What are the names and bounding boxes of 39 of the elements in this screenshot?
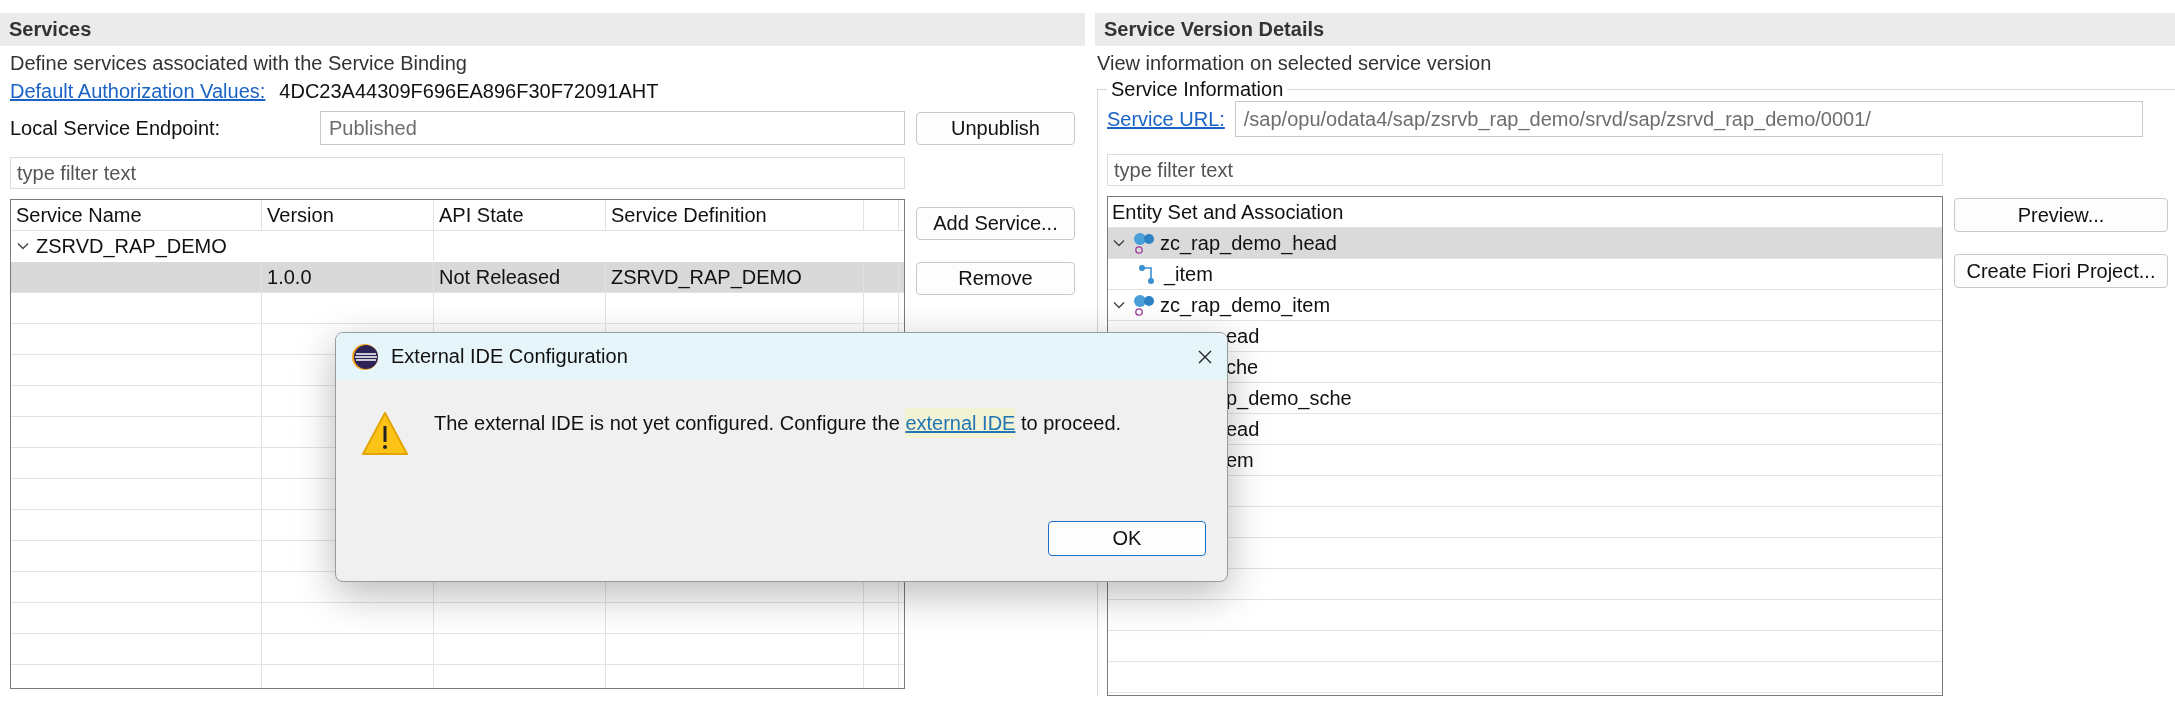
service-url-field[interactable]: /sap/opu/odata4/sap/zsrvb_rap_demo/srvd/sap/zsrvd_rap_demo/0001/: [1234, 101, 2143, 137]
filter-field[interactable]: type filter text: [10, 157, 905, 189]
authorization-link[interactable]: Default Authorization Values:: [10, 80, 266, 103]
service-url-link[interactable]: Service URL:: [1107, 107, 1225, 131]
table-row[interactable]: 1.0.0 Not Released ZSRVD_RAP_DEMO: [11, 262, 904, 293]
dialog-title: External IDE Configuration: [391, 345, 628, 368]
app-logo-icon: [351, 342, 379, 371]
column-header[interactable]: Service Definition: [606, 200, 864, 230]
entity-icon: [1132, 231, 1156, 255]
warning-icon: [360, 410, 410, 458]
section-description: Define services associated with the Service Binding: [10, 51, 468, 76]
table-cell: ZSRVD_RAP_DEMO: [36, 234, 227, 258]
filter-field[interactable]: type filter text: [1107, 154, 1943, 186]
column-header[interactable]: Service Name: [11, 200, 263, 230]
section-title: Services: [0, 13, 1085, 46]
section-description: View information on selected service version: [1097, 51, 1493, 76]
service-button[interactable]: Add Service...: [916, 207, 1075, 240]
details-button[interactable]: Preview...: [1954, 198, 2168, 232]
table-cell: ZSRVD_RAP_DEMO: [611, 265, 802, 289]
group-title: Service Information: [1110, 78, 1285, 101]
tree-item[interactable]: zc_rap_demo_head: [1108, 228, 1942, 259]
service-button[interactable]: Remove: [916, 262, 1075, 295]
external-ide-link[interactable]: external IDE: [905, 408, 1016, 438]
endpoint-label: Local Service Endpoint:: [10, 116, 222, 140]
column-header[interactable]: Version: [262, 200, 435, 230]
section-title: Service Version Details: [1095, 13, 2175, 46]
unpublish-button[interactable]: Unpublish: [916, 111, 1075, 145]
entity-icon: [1132, 293, 1156, 317]
column-header[interactable]: API State: [434, 200, 606, 230]
details-button[interactable]: Create Fiori Project...: [1954, 254, 2168, 288]
table-cell: 1.0.0: [267, 265, 312, 289]
tree-item[interactable]: _item: [1108, 259, 1942, 290]
table-cell: Not Released: [439, 265, 561, 289]
endpoint-field[interactable]: Published: [320, 111, 905, 145]
tree-item[interactable]: zc_rap_demo_item: [1108, 290, 1942, 321]
ok-button[interactable]: OK: [1048, 521, 1206, 556]
close-icon[interactable]: [1197, 348, 1213, 365]
authorization-value: 4DC23A44309F696EA896F30F72091AHT: [279, 80, 659, 103]
table-row[interactable]: ZSRVD_RAP_DEMO: [11, 231, 904, 262]
